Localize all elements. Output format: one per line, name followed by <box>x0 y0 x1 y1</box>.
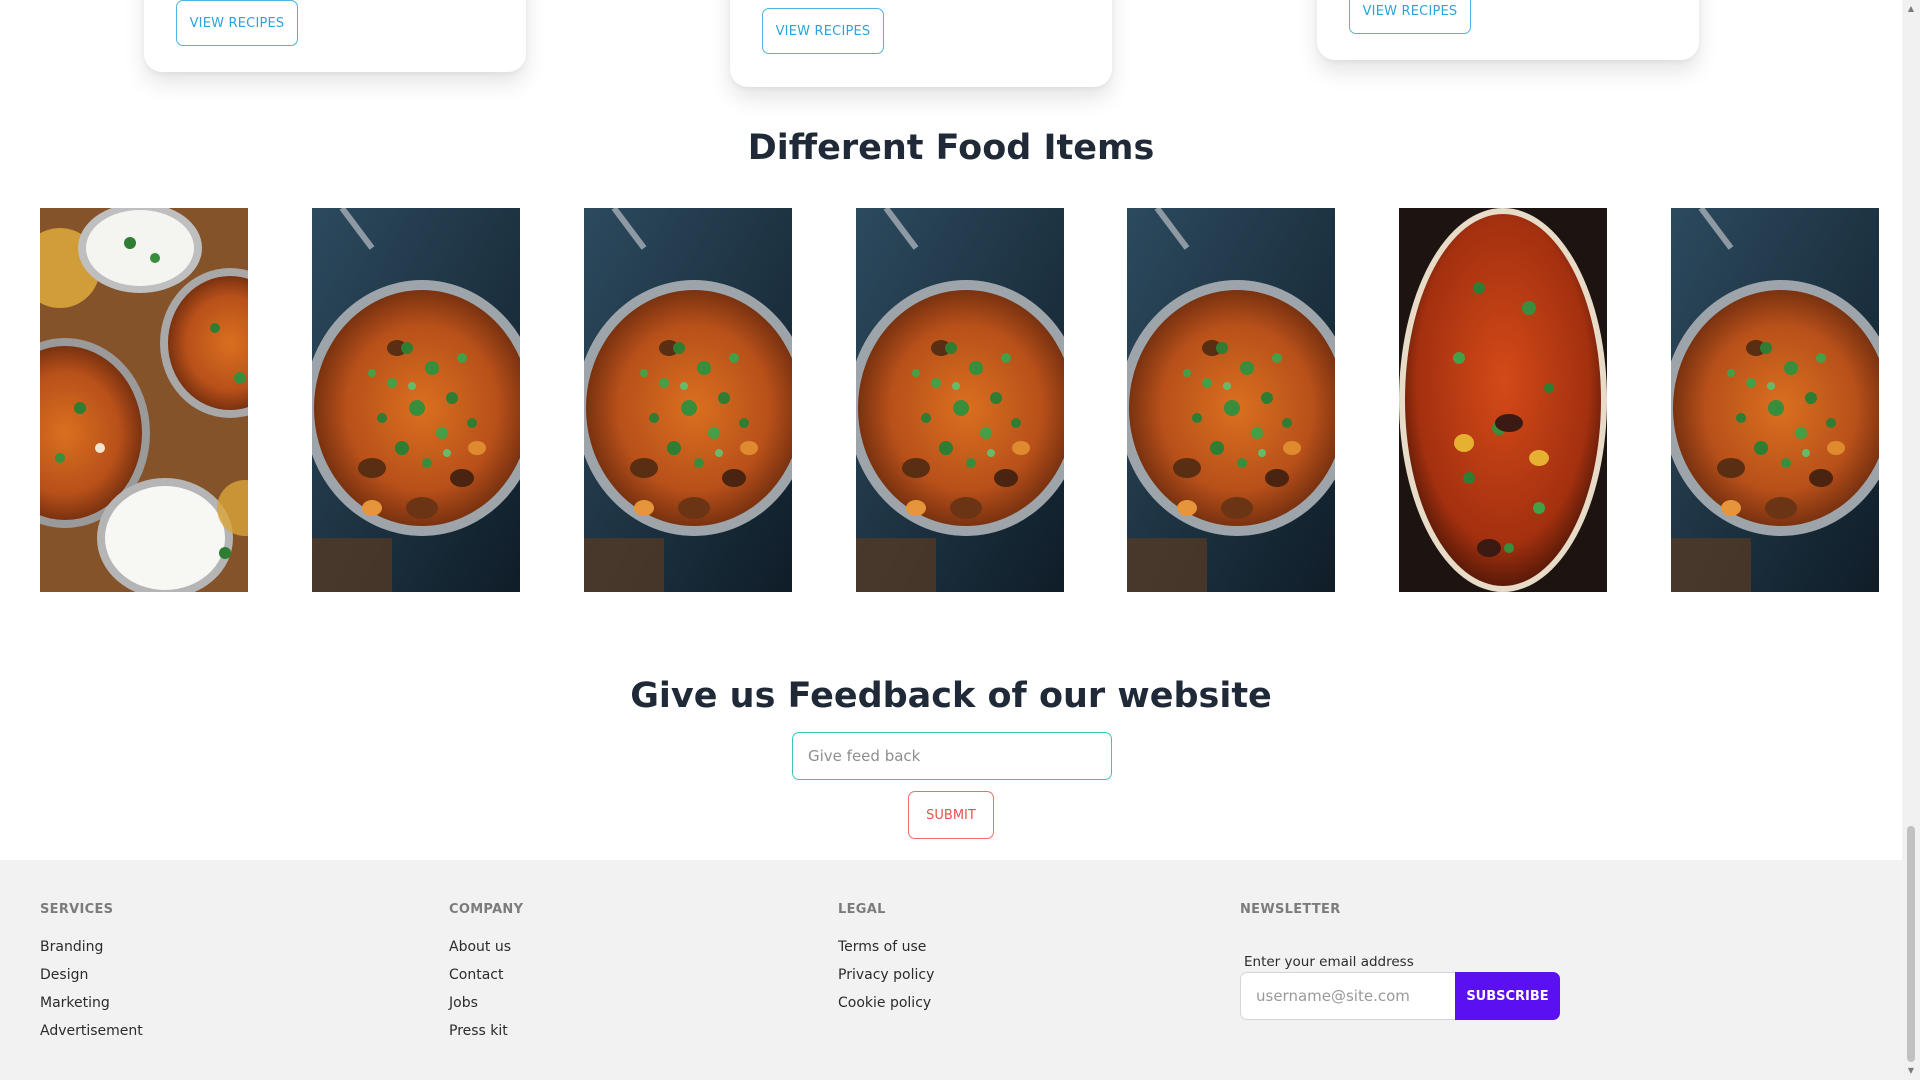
food-section-title: Different Food Items <box>747 128 1155 168</box>
submit-button[interactable]: SUBMIT <box>908 791 994 839</box>
recipe-card: VIEW RECIPES <box>144 0 526 72</box>
footer-services: SERVICES Branding Design Marketing Adver… <box>40 902 143 1051</box>
view-recipes-button[interactable]: VIEW RECIPES <box>762 8 884 54</box>
curry-pan-photo[interactable] <box>584 208 792 592</box>
view-recipes-button[interactable]: VIEW RECIPES <box>1349 0 1471 34</box>
footer-heading-legal: LEGAL <box>838 902 886 917</box>
scroll-up-icon[interactable]: ▲ <box>1906 4 1916 14</box>
curry-pan-photo[interactable] <box>312 208 520 592</box>
curry-pot-photo[interactable] <box>1399 208 1607 592</box>
food-gallery <box>40 208 1880 592</box>
footer-link-about[interactable]: About us <box>449 939 523 956</box>
footer-link-press-kit[interactable]: Press kit <box>449 1023 523 1040</box>
scroll-thumb[interactable] <box>1907 826 1915 1062</box>
footer-link-branding[interactable]: Branding <box>40 939 143 956</box>
curry-thali-photo[interactable] <box>40 208 248 592</box>
curry-pan-photo[interactable] <box>1127 208 1335 592</box>
feedback-title: Give us Feedback of our website <box>630 676 1272 716</box>
recipe-card: VIEW RECIPES <box>1317 0 1699 60</box>
footer-link-privacy[interactable]: Privacy policy <box>838 967 934 984</box>
footer-legal: LEGAL Terms of use Privacy policy Cookie… <box>838 902 934 1023</box>
footer-link-contact[interactable]: Contact <box>449 967 523 984</box>
curry-pan-photo[interactable] <box>856 208 1064 592</box>
footer-link-design[interactable]: Design <box>40 967 143 984</box>
footer-newsletter: NEWSLETTER <box>1240 902 1341 939</box>
footer-link-terms[interactable]: Terms of use <box>838 939 934 956</box>
footer-heading-services: SERVICES <box>40 902 114 917</box>
page-scrollbar[interactable]: ▲ ▼ <box>1902 0 1920 1080</box>
footer-heading-newsletter: NEWSLETTER <box>1240 902 1341 917</box>
newsletter-label: Enter your email address <box>1244 954 1414 970</box>
footer-link-cookie[interactable]: Cookie policy <box>838 995 934 1012</box>
feedback-input[interactable] <box>792 732 1112 780</box>
footer-company: COMPANY About us Contact Jobs Press kit <box>449 902 523 1051</box>
recipe-card: VIEW RECIPES <box>730 0 1112 87</box>
scroll-down-icon[interactable]: ▼ <box>1906 1066 1916 1076</box>
newsletter-email-input[interactable] <box>1240 972 1456 1020</box>
view-recipes-button[interactable]: VIEW RECIPES <box>176 0 298 46</box>
footer-link-jobs[interactable]: Jobs <box>449 995 523 1012</box>
page: VIEW RECIPES VIEW RECIPES VIEW RECIPES D… <box>0 0 1902 1080</box>
curry-pan-photo[interactable] <box>1671 208 1879 592</box>
footer-link-advertisement[interactable]: Advertisement <box>40 1023 143 1040</box>
footer-link-marketing[interactable]: Marketing <box>40 995 143 1012</box>
footer-heading-company: COMPANY <box>449 902 524 917</box>
subscribe-button[interactable]: SUBSCRIBE <box>1455 972 1560 1020</box>
footer: SERVICES Branding Design Marketing Adver… <box>0 860 1902 1080</box>
